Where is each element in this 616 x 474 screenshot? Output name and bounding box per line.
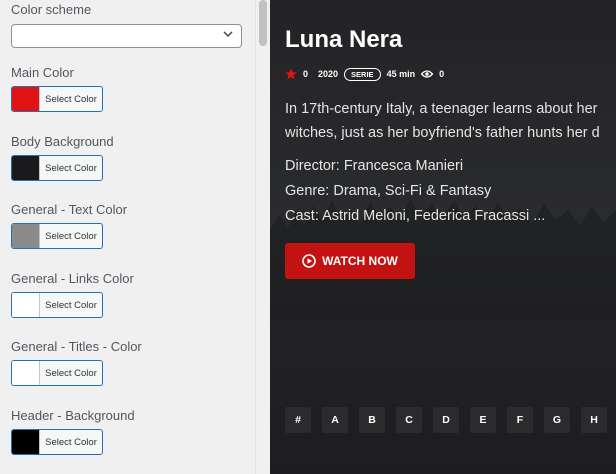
letter-filter-a[interactable]: A <box>322 407 348 433</box>
cast-credit: Cast: Astrid Meloni, Federica Fracassi .… <box>285 208 546 224</box>
main-color-picker-button[interactable]: Select Color <box>11 86 103 112</box>
body-background-swatch <box>12 156 40 180</box>
body-background-label: Body Background <box>11 134 114 149</box>
play-circle-icon <box>302 254 316 268</box>
show-description: In 17th-century Italy, a teenager learns… <box>285 97 616 145</box>
letter-filter-hash[interactable]: # <box>285 407 311 433</box>
alphabet-filter: # A B C D E F G H <box>285 407 607 433</box>
description-line: In 17th-century Italy, a teenager learns… <box>285 101 598 117</box>
panel-scrollbar[interactable] <box>255 0 270 474</box>
type-badge: SERIE <box>344 67 381 81</box>
letter-filter-d[interactable]: D <box>433 407 459 433</box>
titles-color-label: General - Titles - Color <box>11 339 142 354</box>
letter-filter-b[interactable]: B <box>359 407 385 433</box>
director-credit: Director: Francesca Manieri <box>285 158 464 174</box>
titles-color-picker-button[interactable]: Select Color <box>11 360 103 386</box>
links-color-swatch <box>12 293 40 317</box>
eye-icon <box>421 70 434 78</box>
main-color-swatch <box>12 87 40 111</box>
header-background-swatch <box>12 430 40 454</box>
titles-color-swatch <box>12 361 40 385</box>
rating-value: 0 <box>303 69 309 79</box>
header-background-picker-button[interactable]: Select Color <box>11 429 103 455</box>
select-color-label: Select Color <box>45 436 97 448</box>
text-color-picker-button[interactable]: Select Color <box>11 223 103 249</box>
letter-filter-f[interactable]: F <box>507 407 533 433</box>
genre-credit: Genre: Drama, Sci-Fi & Fantasy <box>285 183 492 199</box>
select-color-label: Select Color <box>45 367 97 379</box>
color-scheme-label: Color scheme <box>11 2 92 17</box>
letter-filter-e[interactable]: E <box>470 407 496 433</box>
site-preview: Luna Nera 0 2020 SERIE 45 min 0 In 17th-… <box>270 0 616 474</box>
links-color-label: General - Links Color <box>11 271 134 286</box>
show-meta: 0 2020 SERIE 45 min 0 <box>285 66 444 82</box>
letter-filter-h[interactable]: H <box>581 407 607 433</box>
text-color-swatch <box>12 224 40 248</box>
select-color-label: Select Color <box>45 93 97 105</box>
scrollbar-thumb[interactable] <box>259 0 267 46</box>
release-year: 2020 <box>318 69 339 79</box>
star-icon <box>285 68 297 80</box>
chevron-down-icon <box>223 31 233 38</box>
select-color-label: Select Color <box>45 299 97 311</box>
select-color-label: Select Color <box>45 230 97 242</box>
select-color-label: Select Color <box>45 162 97 174</box>
duration: 45 min <box>386 69 416 79</box>
body-background-picker-button[interactable]: Select Color <box>11 155 103 181</box>
show-title[interactable]: Luna Nera <box>285 26 402 54</box>
text-color-label: General - Text Color <box>11 202 128 217</box>
view-count: 0 <box>439 69 445 79</box>
letter-filter-g[interactable]: G <box>544 407 570 433</box>
header-background-label: Header - Background <box>11 408 135 423</box>
description-line: witches, just as her boyfriend's father … <box>285 125 600 141</box>
links-color-picker-button[interactable]: Select Color <box>11 292 103 318</box>
watch-now-button[interactable]: WATCH NOW <box>285 243 415 279</box>
customizer-panel: Color scheme Main Color Select Color Bod… <box>0 0 255 474</box>
letter-filter-c[interactable]: C <box>396 407 422 433</box>
color-scheme-select[interactable] <box>11 24 242 48</box>
main-color-label: Main Color <box>11 65 74 80</box>
watch-now-label: WATCH NOW <box>322 254 398 268</box>
